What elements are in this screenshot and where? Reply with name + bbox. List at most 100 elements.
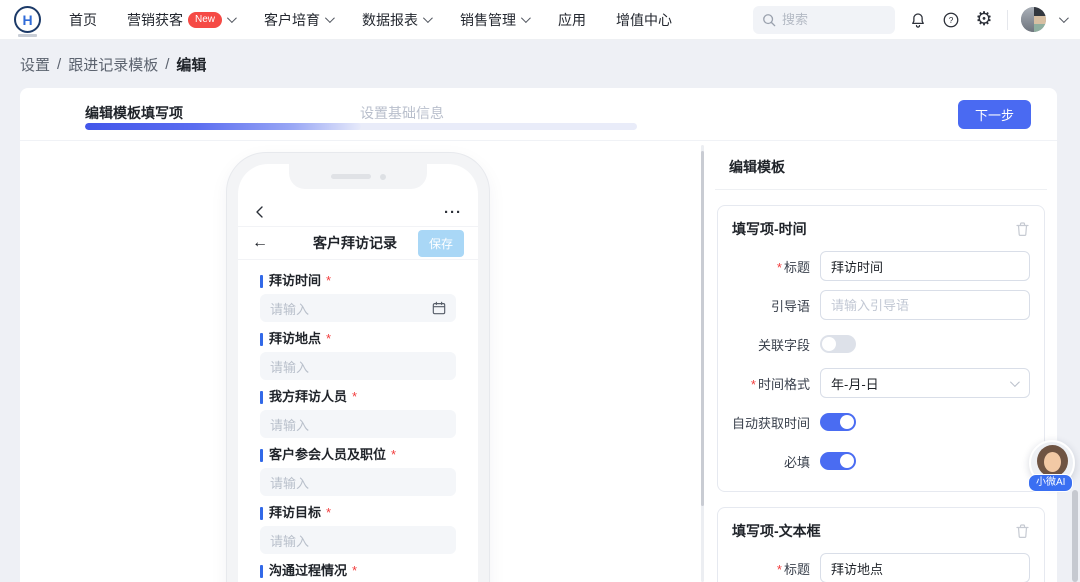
edit-panel-title: 编辑模板 <box>715 141 1047 190</box>
phone-field-customer-attendees[interactable]: 客户参会人员及职位 * 请输入 <box>260 448 456 496</box>
editor-content: ··· ← 客户拜访记录 保存 拜访时间 * <box>20 141 1057 582</box>
settings-gear-icon[interactable]: ⚙ <box>974 10 994 30</box>
nav-item-value-center[interactable]: 增值中心 <box>616 10 672 30</box>
row-time-format: *时间格式 年-月-日 <box>732 368 1030 398</box>
breadcrumb-separator: / <box>57 56 61 73</box>
phone-title-bar: ← 客户拜访记录 保存 <box>238 226 478 260</box>
top-nav: H 首页 营销获客 New 客户培育 数据报表 销售管理 <box>0 0 1080 40</box>
scrollbar-thumb[interactable] <box>701 151 704 506</box>
required-asterisk: * <box>751 377 756 392</box>
time-title-input[interactable] <box>820 251 1030 281</box>
ai-assistant-badge[interactable]: 小微AI <box>1028 474 1073 492</box>
field-card-title: 填写项-文本框 <box>732 521 821 541</box>
row-auto-time: 自动获取时间 <box>732 407 1030 437</box>
visit-location-input[interactable]: 请输入 <box>260 352 456 380</box>
field-label-row: 拜访目标 * <box>260 506 456 520</box>
nav-label: 应用 <box>558 10 586 30</box>
nav-label: 增值中心 <box>616 10 672 30</box>
scrollbar-thumb[interactable] <box>1072 490 1078 582</box>
field-label-row: 拜访时间 * <box>260 274 456 288</box>
time-guide-input[interactable] <box>820 290 1030 320</box>
nav-item-sales[interactable]: 销售管理 <box>460 10 528 30</box>
field-label: 拜访目标 <box>269 506 321 520</box>
field-label-row: 沟通过程情况 * <box>260 564 456 578</box>
auto-get-time-toggle[interactable] <box>820 413 856 431</box>
delete-trash-icon[interactable] <box>1015 221 1030 237</box>
chevron-down-icon <box>227 13 237 23</box>
back-chevron-icon[interactable] <box>254 205 266 219</box>
visit-goal-input[interactable]: 请输入 <box>260 526 456 554</box>
nav-item-marketing[interactable]: 营销获客 New <box>127 10 234 30</box>
search-icon <box>762 13 776 27</box>
required-asterisk: * <box>326 506 331 520</box>
page-scrollbar[interactable] <box>1072 0 1078 582</box>
required-asterisk: * <box>326 274 331 288</box>
search-box[interactable] <box>753 6 895 34</box>
required-asterisk: * <box>777 562 782 577</box>
calendar-icon <box>432 301 446 315</box>
notification-bell-icon[interactable] <box>908 10 928 30</box>
field-label-row: 客户参会人员及职位 * <box>260 448 456 462</box>
phone-save-button[interactable]: 保存 <box>418 230 464 257</box>
field-label: 拜访时间 <box>269 274 321 288</box>
row-label: 标题 <box>784 260 810 275</box>
phone-camera <box>380 174 386 180</box>
field-card-textbox: 填写项-文本框 *标题 引导语 <box>717 507 1045 582</box>
visit-time-input[interactable]: 请输入 <box>260 294 456 322</box>
nav-label: 客户培育 <box>264 10 320 30</box>
field-label: 拜访地点 <box>269 332 321 346</box>
chevron-down-icon <box>325 13 335 23</box>
chevron-down-icon <box>1010 377 1020 387</box>
next-step-button[interactable]: 下一步 <box>958 100 1031 129</box>
nav-item-nurture[interactable]: 客户培育 <box>264 10 332 30</box>
textbox-title-input[interactable] <box>820 553 1030 582</box>
phone-page-title: 客户拜访记录 <box>292 233 418 253</box>
required-asterisk: * <box>391 448 396 462</box>
row-label: 标题 <box>784 562 810 577</box>
nav-item-reports[interactable]: 数据报表 <box>362 10 430 30</box>
breadcrumb-template[interactable]: 跟进记录模板 <box>68 54 158 75</box>
nav-label: 数据报表 <box>362 10 418 30</box>
user-avatar[interactable] <box>1021 7 1046 32</box>
phone-field-visit-goal[interactable]: 拜访目标 * 请输入 <box>260 506 456 554</box>
delete-trash-icon[interactable] <box>1015 523 1030 539</box>
breadcrumb-current: 编辑 <box>176 54 206 75</box>
label-accent-bar <box>260 333 263 346</box>
preview-scrollbar[interactable] <box>701 145 704 582</box>
wizard-progress-fill <box>85 123 361 130</box>
nav-item-apps[interactable]: 应用 <box>558 10 586 30</box>
row-label: 引导语 <box>771 299 810 314</box>
field-label: 沟通过程情况 <box>269 564 347 578</box>
phone-field-visit-location[interactable]: 拜访地点 * 请输入 <box>260 332 456 380</box>
time-format-select[interactable]: 年-月-日 <box>820 368 1030 398</box>
app-logo[interactable]: H <box>14 6 41 33</box>
related-field-toggle[interactable] <box>820 335 856 353</box>
search-input[interactable] <box>782 12 882 27</box>
phone-speaker <box>331 174 371 179</box>
ai-assistant[interactable]: 小微AI <box>1029 440 1077 486</box>
back-arrow-icon[interactable]: ← <box>252 234 292 252</box>
customer-attendees-input[interactable]: 请输入 <box>260 468 456 496</box>
our-visitors-input[interactable]: 请输入 <box>260 410 456 438</box>
breadcrumb-settings[interactable]: 设置 <box>20 54 50 75</box>
new-badge: New <box>188 12 222 28</box>
account-chevron-down-icon[interactable] <box>1059 13 1069 23</box>
label-accent-bar <box>260 391 263 404</box>
phone-field-communication[interactable]: 沟通过程情况 * 请输入 <box>260 564 456 582</box>
phone-field-visit-time[interactable]: 拜访时间 * 请输入 <box>260 274 456 322</box>
row-title: *标题 <box>732 251 1030 281</box>
field-label-row: 我方拜访人员 * <box>260 390 456 404</box>
row-label: 自动获取时间 <box>732 416 810 431</box>
chevron-down-icon <box>423 13 433 23</box>
wizard-step-edit-fields[interactable]: 编辑模板填写项 <box>85 103 183 123</box>
phone-field-our-visitors[interactable]: 我方拜访人员 * 请输入 <box>260 390 456 438</box>
required-toggle[interactable] <box>820 452 856 470</box>
edit-panel: 编辑模板 填写项-时间 *标题 引导语 <box>715 141 1047 582</box>
wizard-step-basic-info[interactable]: 设置基础信息 <box>360 103 444 123</box>
field-card-title: 填写项-时间 <box>732 219 807 239</box>
nav-item-home[interactable]: 首页 <box>69 10 97 30</box>
nav-label: 销售管理 <box>460 10 516 30</box>
help-icon[interactable]: ? <box>941 10 961 30</box>
row-related-field: 关联字段 <box>732 329 1030 359</box>
more-menu-icon[interactable]: ··· <box>444 204 462 221</box>
